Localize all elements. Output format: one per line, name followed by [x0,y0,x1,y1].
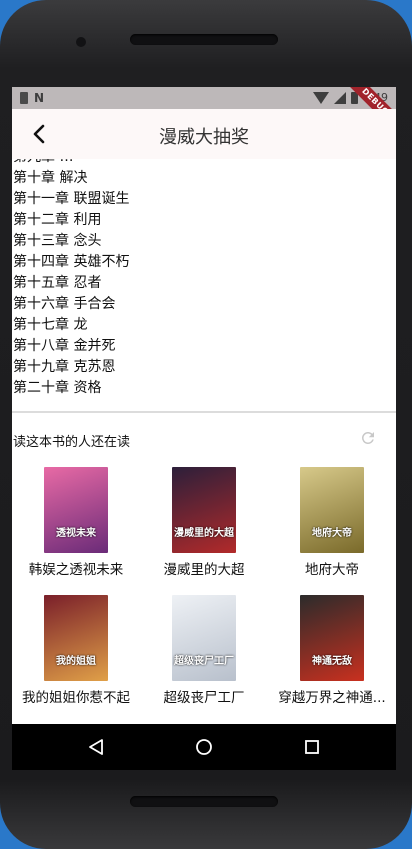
n-icon: N [34,91,45,105]
chapter-item[interactable]: 第十四章 英雄不朽 [12,252,129,273]
book-cover[interactable]: 地府大帝 [300,467,364,553]
navigation-bar [12,724,396,770]
cover-title-text: 地府大帝 [312,528,352,539]
cover-title-text: 超级丧尸工厂 [174,656,234,667]
book-card[interactable]: 神通无敌穿越万界之神通... [268,595,396,706]
book-cover[interactable]: 漫威里的大超 [172,467,236,553]
refresh-icon[interactable] [359,429,377,447]
status-left: N [20,91,44,105]
book-title: 韩娱之透视未来 [28,562,124,578]
sd-card-icon [20,92,28,104]
recommendations-header: 读这本书的人还在读 [12,429,396,451]
chapter-item[interactable]: 第十九章 克苏恩 [12,357,129,378]
cover-title-text: 我的姐姐 [56,656,96,667]
nav-recents-button[interactable] [299,734,325,760]
cover-title-text: 漫威里的大超 [174,528,234,539]
book-cover[interactable]: 我的姐姐 [44,595,108,681]
status-bar: N 9:49 DEBUG [12,87,396,137]
bottom-speaker [130,796,278,807]
book-card[interactable]: 漫威里的大超 漫威里的大超 [140,467,268,578]
chapter-item[interactable]: 第十七章 龙 [12,315,129,336]
square-recents-icon [305,740,319,754]
front-camera [76,37,86,47]
chapter-item[interactable]: 第九章 … [12,159,129,168]
phone-frame: N 9:49 DEBUG 漫威大抽奖 第九章 …第十章 解决第十一章 联盟诞生第… [0,0,412,849]
book-title: 超级丧尸工厂 [163,690,245,706]
chapter-item[interactable]: 第十章 解决 [12,168,129,189]
book-title: 穿越万界之神通... [278,690,386,706]
nav-back-button[interactable] [83,734,109,760]
page-title: 漫威大抽奖 [159,127,249,148]
book-card[interactable]: 超级丧尸工厂 超级丧尸工厂 [140,595,268,706]
app-bar: 漫威大抽奖 [12,109,396,159]
section-divider [12,411,396,413]
top-speaker [130,34,278,45]
chapter-list-inner: 第九章 …第十章 解决第十一章 联盟诞生第十二章 利用第十三章 念头第十四章 英… [12,159,129,399]
book-title: 漫威里的大超 [163,562,245,578]
book-cover[interactable]: 透视未来 [44,467,108,553]
triangle-back-icon [89,739,103,755]
wifi-icon [313,92,330,104]
chapter-item[interactable]: 第十五章 忍者 [12,273,129,294]
book-card[interactable]: 我的姐姐我的姐姐你惹不起 [12,595,140,706]
book-title: 地府大帝 [305,562,359,578]
chapter-item[interactable]: 第十一章 联盟诞生 [12,189,129,210]
book-card[interactable]: 地府大帝 地府大帝 [268,467,396,578]
book-cover[interactable]: 超级丧尸工厂 [172,595,236,681]
chapter-list[interactable]: 第九章 …第十章 解决第十一章 联盟诞生第十二章 利用第十三章 念头第十四章 英… [12,159,396,411]
cover-title-text: 透视未来 [56,528,96,539]
book-card[interactable]: 透视未来韩娱之透视未来 [12,467,140,578]
chapter-item[interactable]: 第十六章 手合会 [12,294,129,315]
nav-home-button[interactable] [191,734,217,760]
cover-title-text: 神通无敌 [312,656,352,667]
circle-home-icon [196,739,212,755]
chapter-item[interactable]: 第十三章 念头 [12,231,129,252]
book-cover[interactable]: 神通无敌 [300,595,364,681]
recommendations-title: 读这本书的人还在读 [13,435,131,450]
chapter-item[interactable]: 第二十章 资格 [12,378,129,399]
chapter-item[interactable]: 第十二章 利用 [12,210,129,231]
signal-icon [334,92,347,104]
chapter-item[interactable]: 第十八章 金并死 [12,336,129,357]
book-title: 我的姐姐你惹不起 [22,690,130,706]
device-screen: N 9:49 DEBUG 漫威大抽奖 第九章 …第十章 解决第十一章 联盟诞生第… [12,87,396,770]
